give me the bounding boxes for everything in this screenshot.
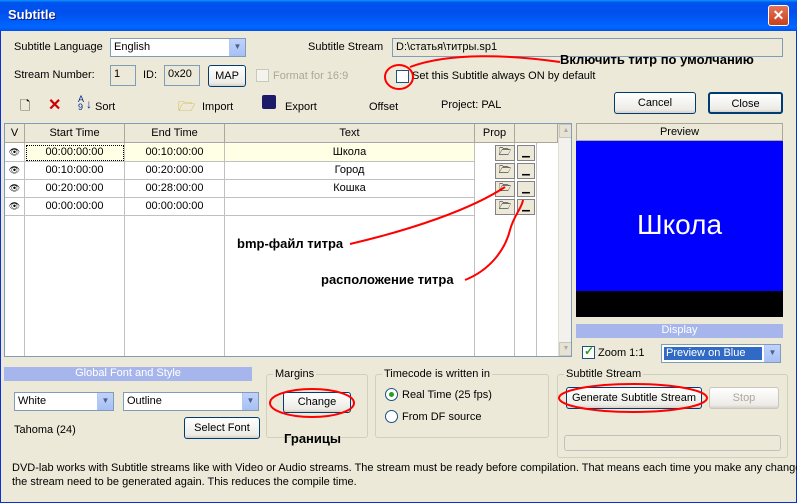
annotation-line-bmp: [349, 186, 506, 245]
annotation-bmp-file: bmp-файл титра: [237, 236, 344, 251]
annotation-circle-generate: [558, 383, 708, 413]
annotation-overlay: [269, 55, 708, 418]
annotation-default-on: Включить титр по умолчанию: [560, 52, 754, 67]
annotation-position: расположение титра: [321, 272, 454, 287]
annotation-circle-margins: [269, 388, 355, 418]
annotation-line-position: [464, 199, 524, 281]
annotation-circle-checkbox: [384, 64, 414, 90]
annotation-margins: Границы: [284, 431, 341, 446]
annotation-line-default: [409, 55, 561, 68]
